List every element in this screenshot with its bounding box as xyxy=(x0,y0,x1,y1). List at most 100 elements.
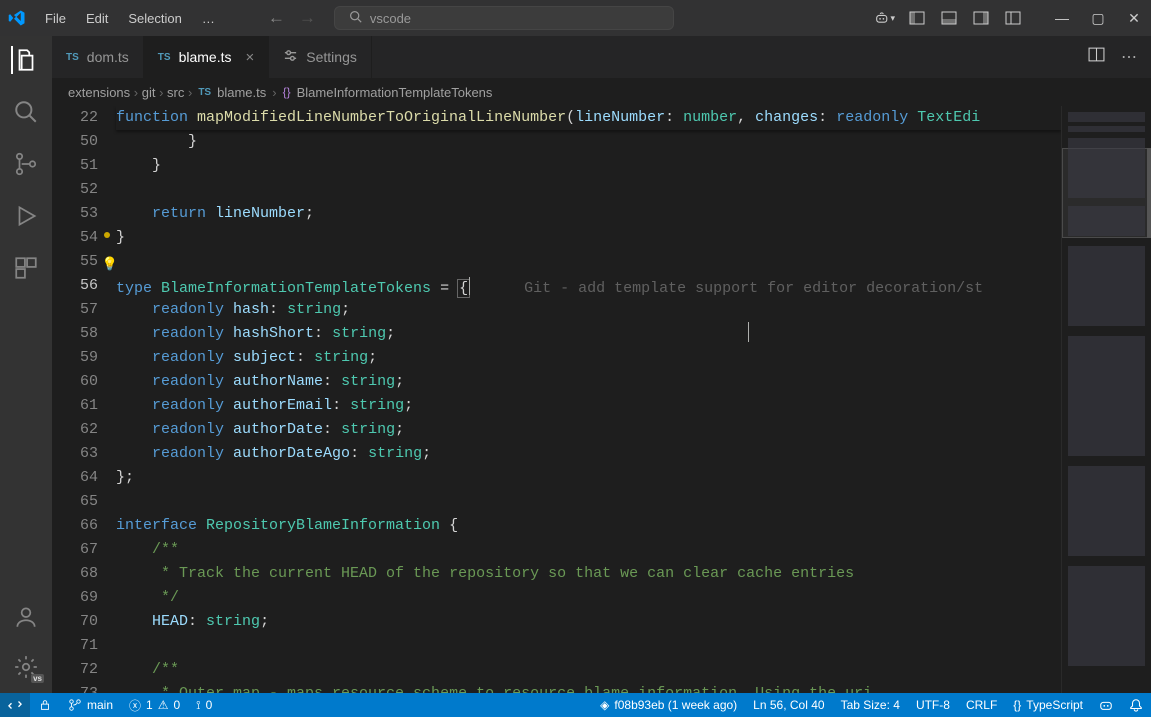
command-center-search[interactable]: vscode xyxy=(334,6,674,30)
tab-dom-ts[interactable]: TSdom.ts xyxy=(52,36,144,78)
line-number[interactable]: 53 xyxy=(52,202,98,226)
nav-forward-icon[interactable]: → xyxy=(299,8,316,28)
code-line[interactable]: HEAD: string; xyxy=(116,610,1061,634)
code-editor[interactable]: 22505152535455💡5657585960616263646566676… xyxy=(52,106,1151,693)
code-line[interactable]: return lineNumber; xyxy=(116,202,1061,226)
menu-selection[interactable]: Selection xyxy=(119,7,190,30)
close-icon[interactable]: ✕ xyxy=(1125,10,1143,27)
line-number[interactable]: 65 xyxy=(52,490,98,514)
tab-blame-ts[interactable]: TSblame.ts× xyxy=(144,36,269,78)
search-sidebar-icon[interactable] xyxy=(12,98,40,126)
layout-customize-icon[interactable] xyxy=(1003,8,1023,28)
encoding[interactable]: UTF-8 xyxy=(908,693,958,717)
line-number[interactable]: 70 xyxy=(52,610,98,634)
line-number[interactable]: 60 xyxy=(52,370,98,394)
line-number[interactable]: 55💡 xyxy=(52,250,98,274)
eol[interactable]: CRLF xyxy=(958,693,1005,717)
line-number[interactable]: 57 xyxy=(52,298,98,322)
code-line[interactable]: /** xyxy=(116,538,1061,562)
code-line[interactable]: * Outer map - maps resource scheme to re… xyxy=(116,682,1061,693)
maximize-icon[interactable]: ▢ xyxy=(1089,10,1107,27)
accounts-icon[interactable] xyxy=(12,603,40,631)
line-number[interactable]: 62 xyxy=(52,418,98,442)
breadcrumb-part[interactable]: src xyxy=(167,85,184,100)
tab-Settings[interactable]: Settings xyxy=(269,36,372,78)
code-line[interactable]: function mapModifiedLineNumberToOriginal… xyxy=(116,106,1061,130)
line-number[interactable]: 68 xyxy=(52,562,98,586)
settings-gear-icon[interactable] xyxy=(12,653,40,681)
line-number[interactable]: 50 xyxy=(52,130,98,154)
cursor-position[interactable]: Ln 56, Col 40 xyxy=(745,693,832,717)
warning-count: 0 xyxy=(173,698,180,712)
line-number[interactable]: 52 xyxy=(52,178,98,202)
breadcrumb-part[interactable]: extensions xyxy=(68,85,130,100)
tab-size[interactable]: Tab Size: 4 xyxy=(833,693,908,717)
line-number[interactable]: 63 xyxy=(52,442,98,466)
code-line[interactable]: readonly hashShort: string; xyxy=(116,322,1061,346)
code-line[interactable]: } xyxy=(116,154,1061,178)
code-line[interactable] xyxy=(116,634,1061,658)
branch-indicator[interactable]: main xyxy=(60,693,121,717)
code-line[interactable]: readonly authorName: string; xyxy=(116,370,1061,394)
line-number[interactable]: 67 xyxy=(52,538,98,562)
line-number[interactable]: 71 xyxy=(52,634,98,658)
source-control-icon[interactable] xyxy=(12,150,40,178)
code-line[interactable] xyxy=(116,250,1061,274)
code-line[interactable]: readonly hash: string; xyxy=(116,298,1061,322)
extensions-icon[interactable] xyxy=(12,254,40,282)
remote-indicator-icon[interactable] xyxy=(0,693,30,717)
nav-back-icon[interactable]: ← xyxy=(268,8,285,28)
code-line[interactable]: readonly authorDateAgo: string; xyxy=(116,442,1061,466)
more-actions-icon[interactable]: ⋯ xyxy=(1121,47,1137,67)
split-editor-icon[interactable] xyxy=(1088,46,1105,68)
lock-icon[interactable] xyxy=(30,693,60,717)
line-number[interactable]: 73 xyxy=(52,682,98,693)
code-line[interactable]: */ xyxy=(116,586,1061,610)
line-number[interactable]: 61 xyxy=(52,394,98,418)
layout-panel-icon[interactable] xyxy=(939,8,959,28)
code-line[interactable]: /** xyxy=(116,658,1061,682)
close-tab-icon[interactable]: × xyxy=(246,49,255,66)
line-number[interactable]: 51 xyxy=(52,154,98,178)
menu-edit[interactable]: Edit xyxy=(77,7,117,30)
breadcrumb-file[interactable]: blame.ts xyxy=(217,85,266,100)
line-number[interactable]: 56 xyxy=(52,274,98,298)
breadcrumb-symbol[interactable]: BlameInformationTemplateTokens xyxy=(297,85,493,100)
line-number[interactable]: 69 xyxy=(52,586,98,610)
line-number[interactable]: 66 xyxy=(52,514,98,538)
copilot-status-icon[interactable] xyxy=(1091,693,1121,717)
line-number[interactable]: 58 xyxy=(52,322,98,346)
code-line[interactable]: interface RepositoryBlameInformation { xyxy=(116,514,1061,538)
line-number[interactable]: 22 xyxy=(52,106,98,130)
explorer-icon[interactable] xyxy=(11,46,39,74)
layout-sidebar-right-icon[interactable] xyxy=(971,8,991,28)
code-line[interactable]: } xyxy=(116,130,1061,154)
code-line[interactable]: readonly authorDate: string; xyxy=(116,418,1061,442)
code-line[interactable]: readonly subject: string; xyxy=(116,346,1061,370)
breadcrumbs[interactable]: extensions › git › src › TS blame.ts › {… xyxy=(52,78,1151,106)
run-debug-icon[interactable] xyxy=(12,202,40,230)
menu-more[interactable]: … xyxy=(193,7,224,30)
ports-indicator[interactable]: ⟟0 xyxy=(188,693,220,717)
line-number[interactable]: 59 xyxy=(52,346,98,370)
minimize-icon[interactable]: — xyxy=(1053,10,1071,27)
problems-indicator[interactable]: ⓧ1 ⚠0 xyxy=(121,693,188,717)
line-number[interactable]: 54 xyxy=(52,226,98,250)
line-number[interactable]: 72 xyxy=(52,658,98,682)
code-line[interactable]: } xyxy=(116,226,1061,250)
code-line[interactable] xyxy=(116,490,1061,514)
layout-sidebar-left-icon[interactable] xyxy=(907,8,927,28)
menu-file[interactable]: File xyxy=(36,7,75,30)
code-line[interactable]: * Track the current HEAD of the reposito… xyxy=(116,562,1061,586)
breadcrumb-part[interactable]: git xyxy=(142,85,156,100)
code-line[interactable] xyxy=(116,178,1061,202)
language-mode[interactable]: {} TypeScript xyxy=(1005,693,1091,717)
copilot-icon[interactable]: ▾ xyxy=(875,8,895,28)
minimap[interactable] xyxy=(1061,106,1151,693)
code-line[interactable]: type BlameInformationTemplateTokens = { … xyxy=(116,274,1061,298)
git-blame-commit[interactable]: ◈ f08b93eb (1 week ago) xyxy=(592,693,745,717)
code-line[interactable]: readonly authorEmail: string; xyxy=(116,394,1061,418)
line-number[interactable]: 64 xyxy=(52,466,98,490)
code-line[interactable]: }; xyxy=(116,466,1061,490)
notifications-icon[interactable] xyxy=(1121,693,1151,717)
